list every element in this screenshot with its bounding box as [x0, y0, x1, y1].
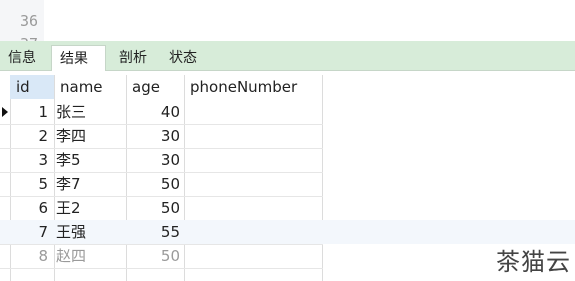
table-row[interactable]: 7 王强 55 — [0, 220, 575, 244]
table-row[interactable]: 8 赵四 50 — [0, 244, 575, 268]
column-header-name[interactable]: name — [54, 75, 126, 99]
cell-age[interactable]: 30 — [126, 124, 184, 148]
cell-name[interactable]: 李四 — [54, 124, 126, 148]
cell-id[interactable]: 8 — [10, 244, 54, 268]
cell-name[interactable]: 赵四 — [54, 244, 126, 268]
cell-name[interactable]: 王强 — [54, 220, 126, 244]
tab-profile[interactable]: 剖析 — [111, 45, 155, 71]
cell-id[interactable]: 3 — [10, 148, 54, 172]
cell-age[interactable]: 50 — [126, 172, 184, 196]
tab-result-1[interactable]: 结果 1 — [51, 45, 106, 93]
column-header-id[interactable]: id — [10, 75, 54, 99]
cell-name[interactable]: 李7 — [54, 172, 126, 196]
cell-name[interactable]: 李5 — [54, 148, 126, 172]
cell-id[interactable]: 6 — [10, 196, 54, 220]
result-tab-bar: 信息 结果 1 剖析 状态 — [0, 41, 575, 93]
cell-id[interactable]: 2 — [10, 124, 54, 148]
cell-age[interactable]: 40 — [126, 100, 184, 124]
cell-phonenumber[interactable] — [184, 244, 322, 268]
cell-name[interactable]: 王2 — [54, 196, 126, 220]
cell-phonenumber[interactable] — [184, 100, 322, 124]
cell-id[interactable]: 1 — [10, 100, 54, 124]
table-row[interactable]: 1 张三 40 — [0, 100, 575, 124]
tab-info[interactable]: 信息 — [0, 45, 44, 71]
cell-age[interactable]: 50 — [126, 244, 184, 268]
result-grid[interactable]: id name age phoneNumber 1 张三 40 2 李四 30 3 李5 30 5… — [0, 71, 575, 281]
line-number: 37 — [0, 32, 38, 41]
cell-id[interactable]: 5 — [10, 172, 54, 196]
table-row[interactable]: 2 李四 30 — [0, 124, 575, 148]
column-header-phonenumber[interactable]: phoneNumber — [184, 75, 322, 99]
cell-age[interactable]: 30 — [126, 148, 184, 172]
editor-line-current[interactable]: 37 ALTER TABLE person add phoneNumber va… — [0, 8, 575, 41]
table-row[interactable]: 6 王2 50 — [0, 196, 575, 220]
sql-editor[interactable]: 36 37 ALTER TABLE person add phoneNumber… — [0, 0, 575, 41]
cell-phonenumber[interactable] — [184, 172, 322, 196]
table-row[interactable]: 5 李7 50 — [0, 172, 575, 196]
watermark: 茶猫云 — [496, 248, 571, 276]
cell-phonenumber[interactable] — [184, 148, 322, 172]
cell-id[interactable]: 7 — [10, 220, 54, 244]
cell-name[interactable]: 张三 — [54, 100, 126, 124]
current-row-indicator-icon — [2, 107, 8, 117]
cell-phonenumber[interactable] — [184, 124, 322, 148]
cell-phonenumber[interactable] — [184, 220, 322, 244]
column-header-age[interactable]: age — [126, 75, 184, 99]
table-row[interactable]: 3 李5 30 — [0, 148, 575, 172]
cell-age[interactable]: 50 — [126, 196, 184, 220]
cell-age[interactable]: 55 — [126, 220, 184, 244]
tab-status[interactable]: 状态 — [161, 45, 205, 71]
row-divider — [0, 268, 323, 269]
cell-phonenumber[interactable] — [184, 196, 322, 220]
